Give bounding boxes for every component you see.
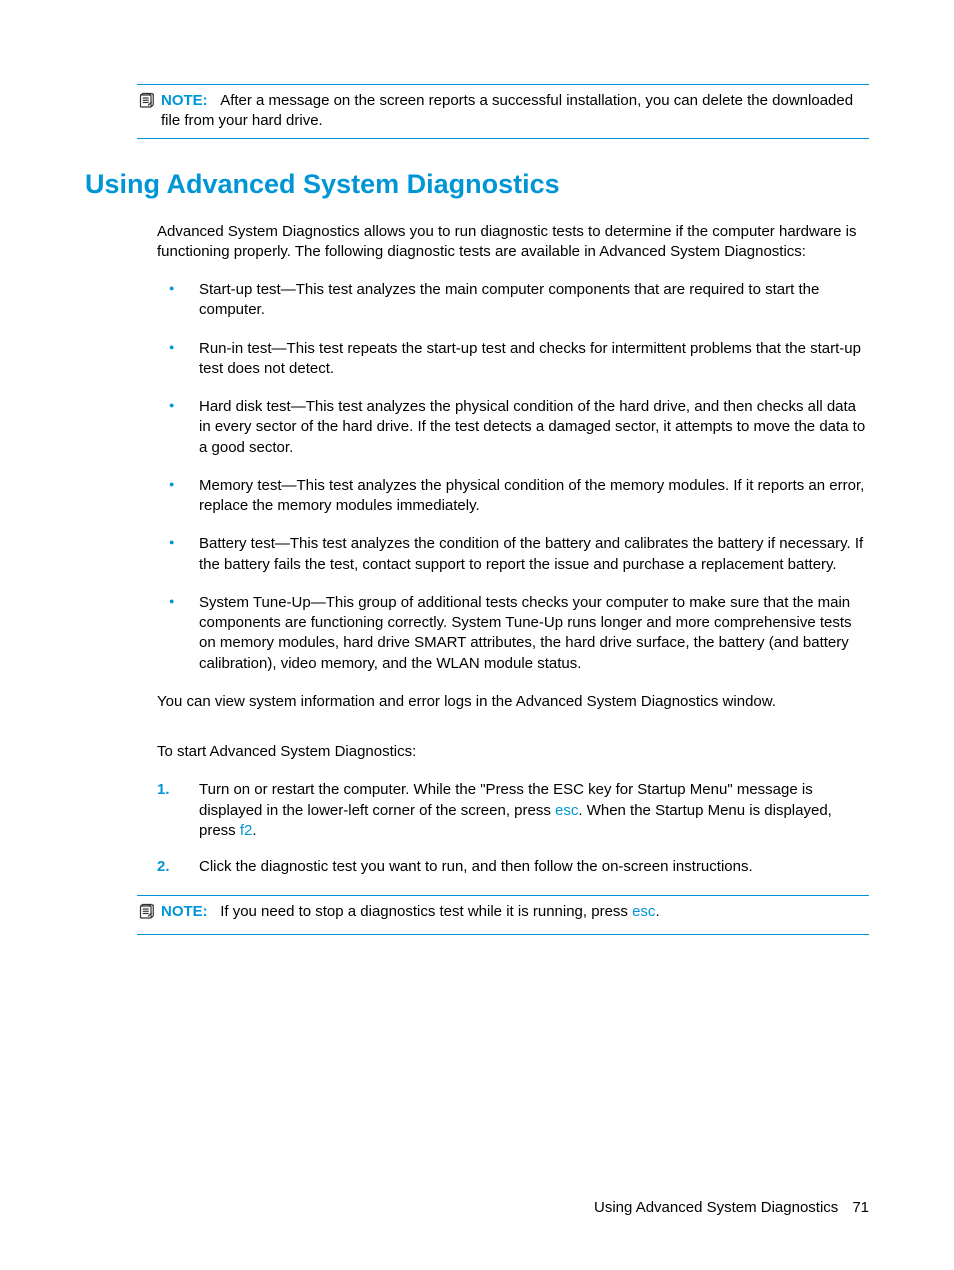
note-pre: If you need to stop a diagnostics test w… [220, 903, 632, 920]
step-item: 2. Click the diagnostic test you want to… [157, 857, 869, 877]
list-item: Hard disk test—This test analyzes the ph… [157, 397, 869, 458]
step-text-post: . [252, 822, 256, 839]
list-item: Memory test—This test analyzes the physi… [157, 476, 869, 517]
key-esc: esc [632, 903, 655, 920]
bullet-list: Start-up test—This test analyzes the mai… [157, 280, 869, 674]
list-item: Run-in test—This test repeats the start-… [157, 339, 869, 380]
note-label: NOTE: [161, 92, 208, 109]
start-paragraph: To start Advanced System Diagnostics: [157, 742, 869, 762]
key-f2: f2 [240, 822, 253, 839]
step-item: 1. Turn on or restart the computer. Whil… [157, 780, 869, 841]
note-icon [137, 92, 159, 116]
step-number: 2. [157, 857, 170, 877]
list-item: Battery test—This test analyzes the cond… [157, 534, 869, 575]
step-text: Click the diagnostic test you want to ru… [199, 858, 753, 875]
footer-title: Using Advanced System Diagnostics [594, 1199, 838, 1216]
step-number: 1. [157, 780, 170, 800]
key-esc: esc [555, 802, 578, 819]
view-info-paragraph: You can view system information and erro… [157, 692, 869, 712]
note-post: . [655, 903, 659, 920]
page-footer: Using Advanced System Diagnostics 71 [594, 1199, 869, 1216]
note-box-bottom: NOTE: If you need to stop a diagnostics … [137, 895, 869, 934]
note-icon [137, 903, 159, 927]
note-body: After a message on the screen reports a … [161, 92, 853, 129]
note-text: NOTE: After a message on the screen repo… [161, 91, 869, 132]
list-item: System Tune-Up—This group of additional … [157, 593, 869, 674]
list-item: Start-up test—This test analyzes the mai… [157, 280, 869, 321]
note-box-top: NOTE: After a message on the screen repo… [137, 84, 869, 139]
intro-paragraph: Advanced System Diagnostics allows you t… [157, 222, 869, 263]
steps-list: 1. Turn on or restart the computer. Whil… [157, 780, 869, 877]
note-label: NOTE: [161, 903, 208, 920]
page-number: 71 [852, 1199, 869, 1216]
section-heading: Using Advanced System Diagnostics [85, 169, 869, 200]
note-text: NOTE: If you need to stop a diagnostics … [161, 902, 869, 922]
